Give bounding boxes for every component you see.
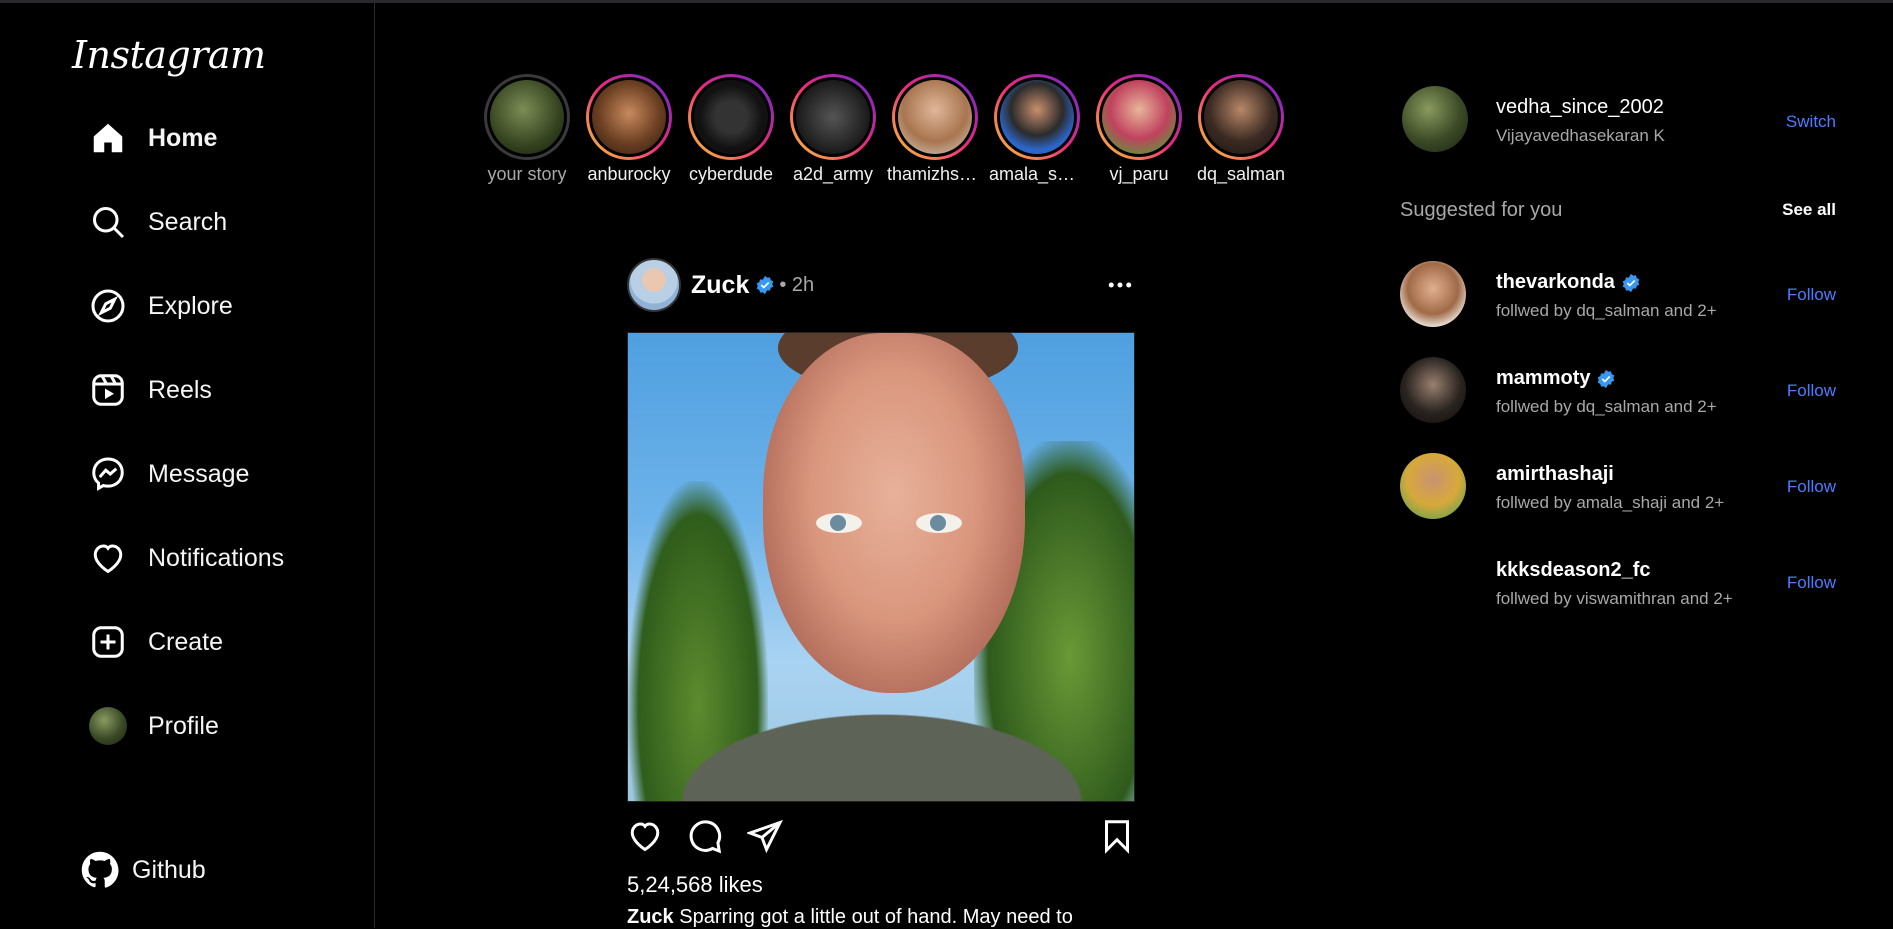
sidebar-item-home[interactable]: Home: [88, 114, 217, 162]
story-name: a2d_army: [792, 164, 874, 184]
messenger-icon: [88, 454, 128, 494]
share-send-icon[interactable]: [745, 818, 783, 854]
sidebar-item-explore[interactable]: Explore: [88, 282, 233, 330]
avatar[interactable]: [1400, 453, 1466, 519]
account-username[interactable]: vedha_since_2002: [1496, 96, 1664, 119]
story-item[interactable]: anburocky: [581, 74, 677, 185]
more-options-icon[interactable]: [1105, 270, 1135, 300]
story-item[interactable]: amala_shaji: [989, 74, 1085, 185]
sidebar-item-label: Search: [148, 207, 228, 236]
follow-button[interactable]: Follow: [1787, 477, 1836, 497]
sidebar-item-label: Github: [132, 855, 206, 884]
right-panel: vedha_since_2002 Vijayavedhasekaran K Sw…: [1400, 86, 1836, 615]
caption-username[interactable]: Zuck: [627, 906, 674, 928]
story-name: dq_salman: [1196, 164, 1286, 184]
suggested-heading: Suggested for you: [1400, 199, 1563, 221]
post-caption: Zuck Sparring got a little out of hand. …: [627, 906, 1135, 929]
avatar[interactable]: [1400, 357, 1466, 423]
story-item[interactable]: your story: [479, 74, 575, 185]
story-name: amala_shaji: [989, 164, 1085, 184]
home-icon: [88, 118, 128, 158]
github-icon: [80, 850, 120, 890]
sidebar-item-reels[interactable]: Reels: [88, 366, 212, 414]
sidebar-item-message[interactable]: Message: [88, 450, 249, 498]
suggestion-item: mammoty follwed by dq_salman and 2+ Foll…: [1400, 357, 1836, 427]
sidebar-item-label: Home: [148, 123, 218, 152]
follow-button[interactable]: Follow: [1787, 285, 1836, 305]
instagram-logo[interactable]: Instagram: [72, 33, 266, 77]
followed-by-text: follwed by viswamithran and 2+: [1496, 589, 1733, 608]
sidebar-item-label: Notifications: [148, 543, 285, 572]
sidebar-item-label: Profile: [148, 711, 219, 740]
reels-icon: [88, 370, 128, 410]
current-account: vedha_since_2002 Vijayavedhasekaran K Sw…: [1400, 86, 1836, 156]
story-item[interactable]: vj_paru: [1091, 74, 1187, 185]
post-actions: [627, 818, 1135, 854]
suggestion-username[interactable]: kkksdeason2_fc: [1496, 559, 1651, 582]
story-item[interactable]: cyberdude: [683, 74, 779, 185]
heart-icon: [88, 538, 128, 578]
story-item[interactable]: dq_salman: [1193, 74, 1289, 185]
story-name: thamizhsel...: [887, 164, 983, 184]
likes-count[interactable]: 5,24,568 likes: [627, 872, 1135, 898]
story-item[interactable]: thamizhsel...: [887, 74, 983, 185]
suggestion-item: kkksdeason2_fc follwed by viswamithran a…: [1400, 549, 1836, 619]
post-header: Zuck • 2h: [627, 258, 1135, 312]
sidebar-item-notifications[interactable]: Notifications: [88, 534, 284, 582]
story-name: vj_paru: [1109, 164, 1169, 184]
avatar[interactable]: [1400, 549, 1466, 615]
account-fullname: Vijayavedhasekaran K: [1496, 126, 1665, 145]
suggestion-item: amirthashaji follwed by amala_shaji and …: [1400, 453, 1836, 523]
sidebar-item-search[interactable]: Search: [88, 198, 227, 246]
avatar[interactable]: [1400, 261, 1466, 327]
stories-bar: your story anburocky cyberdude a2d_army …: [479, 74, 1295, 189]
avatar[interactable]: [627, 258, 681, 312]
bookmark-icon[interactable]: [1099, 818, 1135, 854]
switch-button[interactable]: Switch: [1786, 112, 1836, 132]
sidebar-item-label: Create: [148, 627, 224, 656]
sidebar: Instagram Home Search Explore Reels Mess…: [0, 3, 375, 928]
followed-by-text: follwed by amala_shaji and 2+: [1496, 493, 1725, 512]
sidebar-item-label: Message: [148, 459, 250, 488]
suggestion-username[interactable]: amirthashaji: [1496, 463, 1614, 486]
compass-icon: [88, 286, 128, 326]
story-name: cyberdude: [688, 164, 774, 184]
verified-badge-icon: [1596, 369, 1616, 389]
post-username[interactable]: Zuck: [691, 271, 749, 300]
sidebar-item-profile[interactable]: Profile: [88, 702, 219, 750]
verified-badge-icon: [1621, 273, 1641, 293]
post-image[interactable]: [627, 332, 1135, 802]
verified-badge-icon: [755, 275, 775, 295]
followed-by-text: follwed by dq_salman and 2+: [1496, 397, 1717, 416]
story-name: anburocky: [587, 164, 671, 184]
search-icon: [88, 202, 128, 242]
sidebar-item-create[interactable]: Create: [88, 618, 223, 666]
plus-square-icon: [88, 622, 128, 662]
caption-text: Sparring got a little out of hand. May n…: [679, 906, 1073, 928]
post-time: • 2h: [779, 273, 815, 296]
sidebar-item-label: Reels: [148, 375, 212, 404]
follow-button[interactable]: Follow: [1787, 381, 1836, 401]
story-name: your story: [487, 164, 567, 184]
avatar[interactable]: [1402, 86, 1468, 152]
story-item[interactable]: a2d_army: [785, 74, 881, 185]
followed-by-text: follwed by dq_salman and 2+: [1496, 301, 1717, 320]
suggestion-username[interactable]: mammoty: [1496, 367, 1616, 390]
follow-button[interactable]: Follow: [1787, 573, 1836, 593]
sidebar-item-github[interactable]: Github: [80, 846, 206, 894]
suggestion-item: thevarkonda follwed by dq_salman and 2+ …: [1400, 261, 1836, 331]
sidebar-item-label: Explore: [148, 291, 233, 320]
comment-icon[interactable]: [687, 818, 723, 854]
suggestion-username[interactable]: thevarkonda: [1496, 271, 1641, 294]
like-heart-icon[interactable]: [627, 818, 663, 854]
profile-avatar: [88, 706, 128, 746]
feed-post: Zuck • 2h 5,24,568 likes Zuck Sparring g…: [627, 258, 1135, 929]
see-all-button[interactable]: See all: [1782, 200, 1836, 220]
